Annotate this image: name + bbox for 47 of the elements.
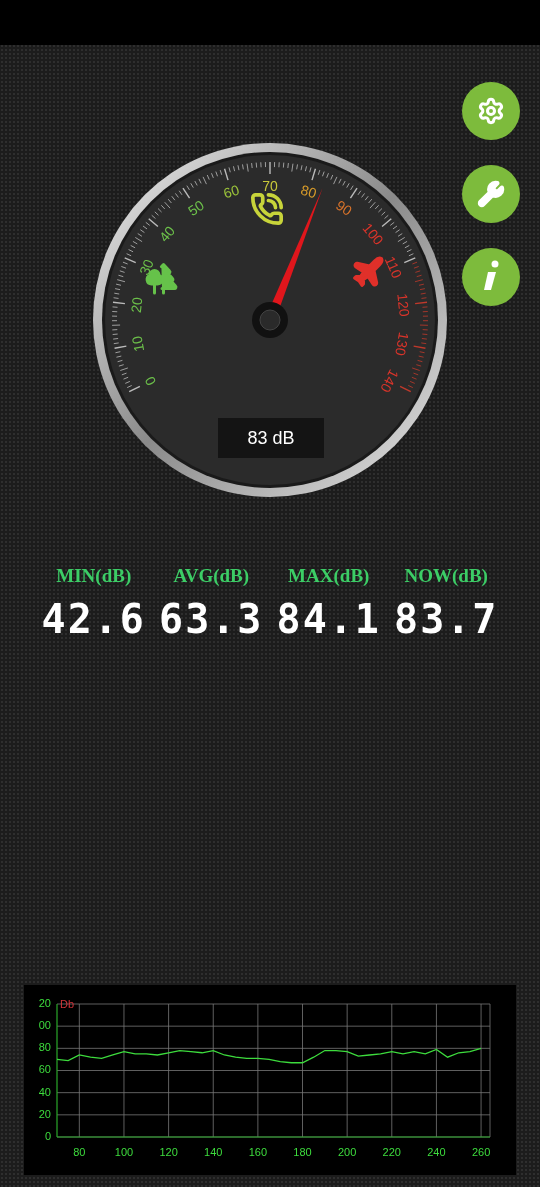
unit-label: Db — [60, 997, 75, 1010]
stat-label: MIN(dB) — [56, 564, 132, 588]
x-tick-label: 260 — [471, 1145, 491, 1158]
scale-label: 110 — [381, 253, 406, 281]
stat-value: 83.7 — [394, 598, 499, 639]
x-tick-label: 220 — [382, 1145, 401, 1158]
scale-label: 0 — [141, 373, 160, 389]
readout-display: 83 dB — [218, 418, 324, 458]
scale-label: 120 — [394, 292, 413, 318]
x-tick-label: 200 — [337, 1145, 357, 1158]
wrench-icon — [477, 180, 505, 208]
scale-label: 10 — [128, 334, 148, 354]
y-tick-label: 40 — [38, 1085, 51, 1098]
stat-label: MAX(dB) — [288, 564, 370, 588]
scale-label: 40 — [155, 222, 179, 246]
stat-value: 42.6 — [41, 598, 146, 639]
y-tick-label: 00 — [38, 1019, 51, 1032]
x-tick-label: 160 — [248, 1145, 268, 1158]
settings-button[interactable] — [462, 82, 520, 140]
scale-label: 50 — [185, 196, 207, 219]
y-tick-label: 80 — [38, 1041, 51, 1054]
stat-label: AVG(dB) — [173, 564, 250, 588]
info-button[interactable] — [462, 248, 520, 306]
scale-label: 20 — [127, 296, 146, 314]
scale-label: 90 — [333, 196, 355, 219]
scale-label: 80 — [298, 181, 319, 202]
y-tick-label: 0 — [44, 1129, 51, 1142]
x-tick-label: 140 — [204, 1145, 223, 1158]
y-tick-label: 60 — [38, 1063, 51, 1076]
scale-label: 140 — [377, 366, 403, 395]
stat-label: NOW(dB) — [404, 564, 488, 588]
scale-label: 30 — [136, 256, 157, 278]
x-tick-label: 80 — [73, 1145, 86, 1158]
scale-label: 70 — [262, 177, 278, 194]
x-tick-label: 120 — [159, 1145, 178, 1158]
x-tick-label: 100 — [114, 1145, 134, 1158]
y-tick-label: 20 — [38, 1107, 51, 1120]
stat-value: 63.3 — [159, 598, 264, 639]
tools-button[interactable] — [462, 165, 520, 223]
x-tick-label: 240 — [427, 1145, 446, 1158]
scale-label: 100 — [359, 219, 387, 249]
stat-value: 84.1 — [276, 598, 381, 639]
x-tick-label: 180 — [293, 1145, 312, 1158]
scale-label: 130 — [392, 331, 413, 357]
gear-icon — [477, 97, 505, 125]
scale-label: 60 — [221, 181, 242, 202]
y-tick-label: 20 — [38, 996, 51, 1009]
